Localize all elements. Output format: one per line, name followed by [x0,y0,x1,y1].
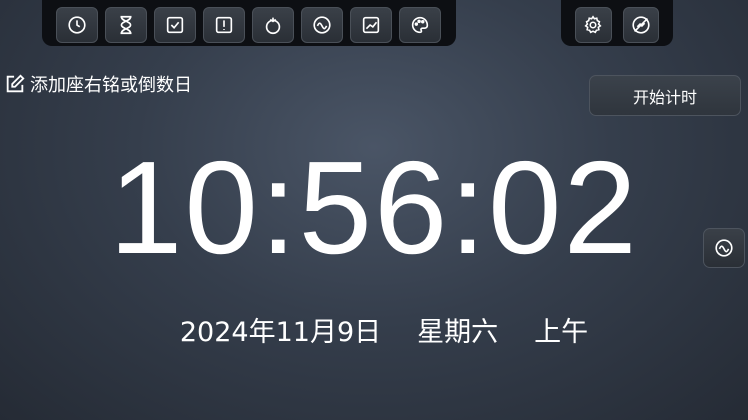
settings-toolbar [561,0,673,46]
add-motto-link[interactable]: 添加座右铭或倒数日 [4,71,192,97]
pomodoro-button[interactable] [252,7,294,43]
no-image-icon [632,16,650,34]
date-text: 2024年11月9日 [179,317,382,348]
side-noise-button[interactable] [703,228,745,268]
palette-icon [411,16,429,34]
background-button[interactable] [622,7,659,43]
main-toolbar [42,0,456,46]
period-text: 上午 [534,317,589,348]
tomato-icon [265,17,281,35]
edit-icon [6,74,25,93]
noise-button[interactable] [301,7,343,43]
motto-label: 添加座右铭或倒数日 [30,75,192,96]
theme-button[interactable] [399,7,441,43]
weekday-text: 星期六 [417,317,499,348]
stats-button[interactable] [350,7,392,43]
alert-icon [215,16,233,34]
wave-icon [313,16,331,34]
settings-button[interactable] [575,7,612,43]
clock-time: 10:56:02 [109,134,639,281]
todo-button[interactable] [154,7,196,43]
clock-button[interactable] [56,7,98,43]
wave-icon [715,239,733,257]
start-timer-button[interactable]: 开始计时 [589,75,741,116]
timer-button[interactable] [105,7,147,43]
alert-button[interactable] [203,7,245,43]
gear-icon [584,15,602,34]
date-line: 2024年11月9日 星期六 上午 [0,310,748,349]
clock-icon [68,16,86,34]
chart-icon [362,16,380,34]
hourglass-icon [120,15,132,35]
checklist-icon [166,16,184,34]
